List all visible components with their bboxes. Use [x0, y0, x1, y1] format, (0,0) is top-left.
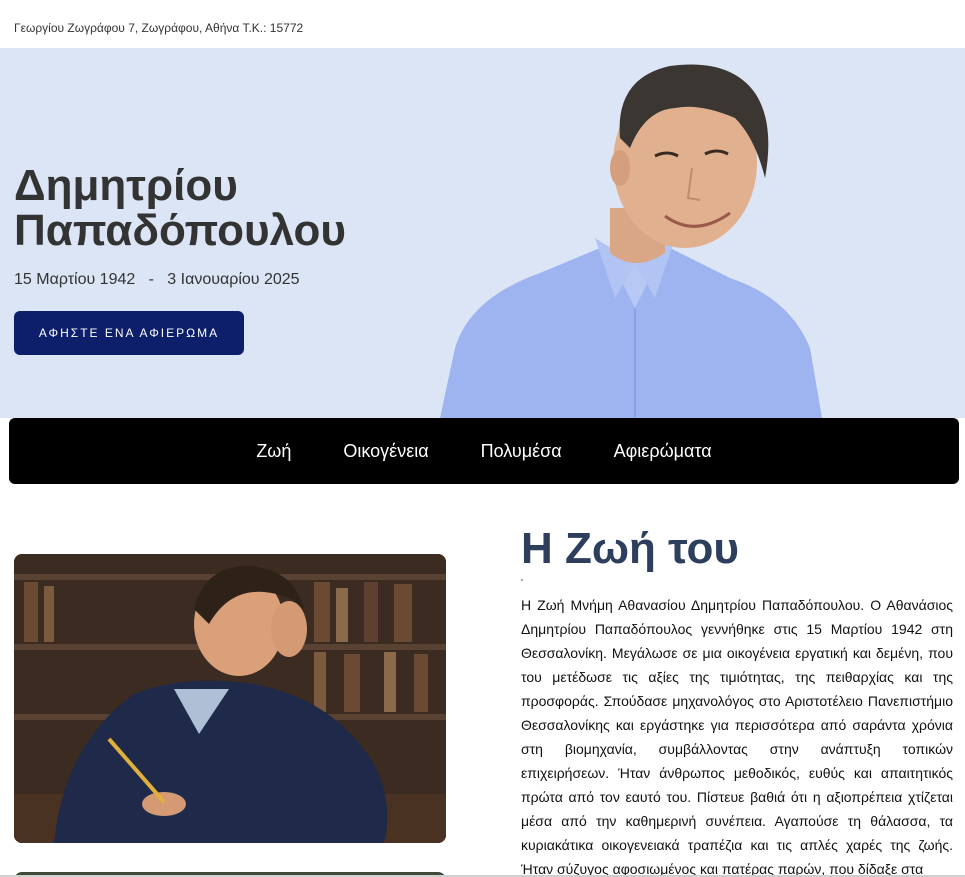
address-text: Γεωργίου Ζωγράφου 7, Ζωγράφου, Αθήνα Τ.Κ… [14, 21, 304, 35]
name-line-1: Δημητρίου [14, 161, 238, 210]
hero-section: Δημητρίου Παπαδόπουλου 15 Μαρτίου 1942 -… [0, 48, 965, 418]
main-navigation: Ζωή Οικογένεια Πολυμέσα Αφιερώματα [9, 418, 959, 484]
life-dates: 15 Μαρτίου 1942 - 3 Ιανουαρίου 2025 [14, 271, 300, 289]
nav-item-tributes[interactable]: Αφιερώματα [588, 441, 738, 462]
death-date: 3 Ιανουαρίου 2025 [167, 271, 300, 288]
title-divider [521, 579, 523, 581]
top-bar: Γεωργίου Ζωγράφου 7, Ζωγράφου, Αθήνα Τ.Κ… [0, 0, 965, 48]
life-section-title: Η Ζωή του [521, 524, 740, 573]
deceased-name: Δημητρίου Παπαδόπουλου [14, 163, 346, 253]
nav-item-media[interactable]: Πολυμέσα [455, 441, 588, 462]
leave-tribute-button[interactable]: ΑΦΗΣΤΕ ΕΝΑ ΑΦΙΕΡΩΜΑ [14, 311, 244, 355]
name-line-2: Παπαδόπουλου [14, 206, 347, 255]
nav-item-family[interactable]: Οικογένεια [317, 441, 454, 462]
study-photo [14, 554, 446, 843]
birth-date: 15 Μαρτίου 1942 [14, 271, 136, 288]
date-separator: - [148, 271, 154, 288]
nav-item-life[interactable]: Ζωή [230, 441, 317, 462]
life-biography-text: Η Ζωή Μνήμη Αθανασίου Δημητρίου Παπαδόπο… [521, 597, 953, 877]
study-photo-illustration [14, 554, 446, 843]
portrait-photo [440, 64, 822, 418]
